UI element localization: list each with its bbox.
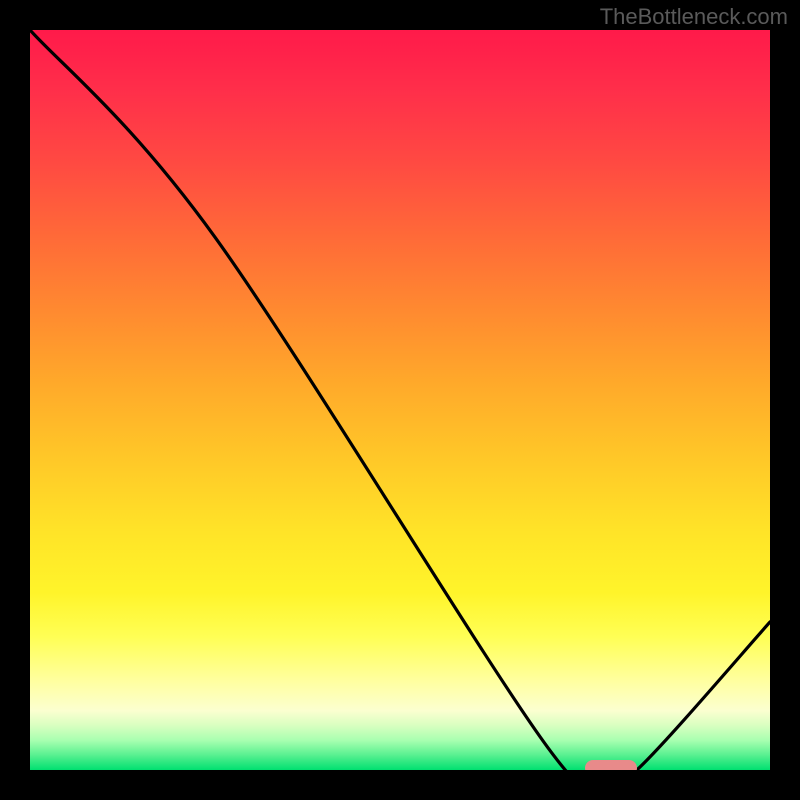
optimal-marker <box>585 760 637 770</box>
watermark-text: TheBottleneck.com <box>600 4 788 30</box>
plot-area <box>30 30 770 770</box>
bottleneck-curve <box>30 30 770 770</box>
